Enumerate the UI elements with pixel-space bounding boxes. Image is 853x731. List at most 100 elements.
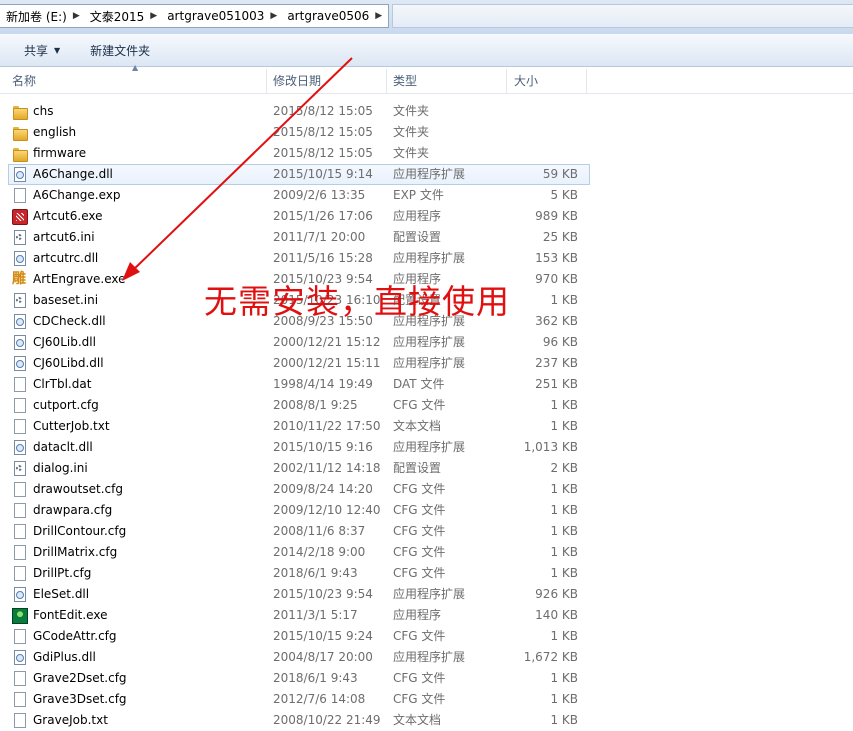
file-row[interactable]: Artcut6.exe 2015/1/26 17:06 应用程序 989 KB: [0, 206, 853, 227]
file-date: 2015/10/23 9:54: [273, 587, 373, 601]
file-icon: [12, 398, 28, 413]
file-date: 2015/10/15 9:24: [273, 629, 373, 643]
file-row[interactable]: firmware 2015/8/12 15:05 文件夹: [0, 143, 853, 164]
file-size: 1 KB: [550, 482, 578, 496]
file-row[interactable]: A6Change.exp 2009/2/6 13:35 EXP 文件 5 KB: [0, 185, 853, 206]
file-date: 2009/8/24 14:20: [273, 482, 373, 496]
breadcrumb-folder-artgrave051003[interactable]: artgrave051003: [161, 9, 266, 23]
file-row[interactable]: artcut6.ini 2011/7/1 20:00 配置设置 25 KB: [0, 227, 853, 248]
file-row[interactable]: drawoutset.cfg 2009/8/24 14:20 CFG 文件 1 KB: [0, 479, 853, 500]
file-size: 1 KB: [550, 545, 578, 559]
column-header-type[interactable]: 类型: [393, 67, 417, 93]
fontedit-icon: [12, 608, 28, 624]
file-type: CFG 文件: [393, 671, 446, 685]
file-name: drawoutset.cfg: [33, 482, 123, 496]
file-row[interactable]: GCodeAttr.cfg 2015/10/15 9:24 CFG 文件 1 KB: [0, 626, 853, 647]
breadcrumb-chevron-icon[interactable]: ▶: [69, 11, 84, 21]
column-divider[interactable]: [506, 69, 507, 93]
column-header-date[interactable]: 修改日期: [273, 67, 321, 93]
file-row[interactable]: CutterJob.txt 2010/11/22 17:50 文本文档 1 KB: [0, 416, 853, 437]
file-row[interactable]: drawpara.cfg 2009/12/10 12:40 CFG 文件 1 KB: [0, 500, 853, 521]
file-size: 1 KB: [550, 713, 578, 727]
file-size: 989 KB: [535, 209, 578, 223]
breadcrumb[interactable]: 新加卷 (E:) ▶ 文泰2015 ▶ artgrave051003 ▶ art…: [0, 4, 389, 28]
file-icon: [12, 377, 28, 392]
share-button[interactable]: 共享 ▼: [16, 39, 68, 62]
breadcrumb-chevron-icon[interactable]: ▶: [146, 11, 161, 21]
breadcrumb-drive[interactable]: 新加卷 (E:): [0, 8, 69, 25]
annotation-text: 无需安装，直接使用: [204, 282, 510, 321]
file-name: ArtEngrave.exe: [33, 272, 126, 286]
file-name: CJ60Lib.dll: [33, 335, 96, 349]
file-size: 1,013 KB: [523, 440, 578, 454]
file-icon: [12, 524, 28, 539]
dll-icon: [12, 440, 28, 455]
dll-icon: [12, 314, 28, 329]
file-date: 2011/3/1 5:17: [273, 608, 358, 622]
breadcrumb-chevron-icon[interactable]: ▶: [371, 11, 386, 21]
file-row[interactable]: ClrTbl.dat 1998/4/14 19:49 DAT 文件 251 KB: [0, 374, 853, 395]
column-divider[interactable]: [386, 69, 387, 93]
file-row[interactable]: chs 2015/8/12 15:05 文件夹: [0, 101, 853, 122]
file-row[interactable]: cutport.cfg 2008/8/1 9:25 CFG 文件 1 KB: [0, 395, 853, 416]
column-header-name[interactable]: 名称: [12, 67, 36, 93]
new-folder-button[interactable]: 新建文件夹: [82, 39, 158, 62]
file-name: ClrTbl.dat: [33, 377, 92, 391]
file-name: dataclt.dll: [33, 440, 93, 454]
file-date: 2015/10/15 9:14: [273, 167, 373, 181]
file-name: Grave2Dset.cfg: [33, 671, 127, 685]
file-icon: [12, 566, 28, 581]
file-size: 96 KB: [542, 335, 578, 349]
breadcrumb-folder-artgrave0506[interactable]: artgrave0506: [281, 9, 371, 23]
file-icon: [12, 692, 28, 707]
dll-icon: [12, 587, 28, 602]
file-row[interactable]: GraveJob.txt 2008/10/22 21:49 文本文档 1 KB: [0, 710, 853, 731]
breadcrumb-chevron-icon[interactable]: ▶: [266, 11, 281, 21]
file-icon: [12, 482, 28, 497]
file-name: Grave3Dset.cfg: [33, 692, 127, 706]
file-date: 2018/6/1 9:43: [273, 671, 358, 685]
file-date: 2004/8/17 20:00: [273, 650, 373, 664]
file-row[interactable]: DrillContour.cfg 2008/11/6 8:37 CFG 文件 1 KB: [0, 521, 853, 542]
file-row[interactable]: CJ60Lib.dll 2000/12/21 15:12 应用程序扩展 96 KB: [0, 332, 853, 353]
file-name: chs: [33, 104, 54, 118]
file-type: 配置设置: [393, 230, 442, 244]
file-row[interactable]: dialog.ini 2002/11/12 14:18 配置设置 2 KB: [0, 458, 853, 479]
file-name: FontEdit.exe: [33, 608, 108, 622]
file-date: 2009/12/10 12:40: [273, 503, 381, 517]
file-row[interactable]: Grave3Dset.cfg 2012/7/6 14:08 CFG 文件 1 KB: [0, 689, 853, 710]
file-name: DrillContour.cfg: [33, 524, 127, 538]
column-header-size[interactable]: 大小: [514, 67, 538, 93]
file-row[interactable]: DrillMatrix.cfg 2014/2/18 9:00 CFG 文件 1 KB: [0, 542, 853, 563]
file-date: 2011/5/16 15:28: [273, 251, 373, 265]
file-row[interactable]: CJ60Libd.dll 2000/12/21 15:11 应用程序扩展 237 KB: [0, 353, 853, 374]
file-type: 文件夹: [393, 125, 430, 139]
file-date: 2008/11/6 8:37: [273, 524, 366, 538]
file-size: 1 KB: [550, 524, 578, 538]
file-row[interactable]: FontEdit.exe 2011/3/1 5:17 应用程序 140 KB: [0, 605, 853, 626]
folder-icon: [12, 146, 28, 162]
address-bar-blurred-area: [392, 4, 853, 28]
file-row[interactable]: artcutrc.dll 2011/5/16 15:28 应用程序扩展 153 KB: [0, 248, 853, 269]
file-row[interactable]: dataclt.dll 2015/10/15 9:16 应用程序扩展 1,013 KB: [0, 437, 853, 458]
file-name: CutterJob.txt: [33, 419, 110, 433]
file-row[interactable]: GdiPlus.dll 2004/8/17 20:00 应用程序扩展 1,672 KB: [0, 647, 853, 668]
file-row[interactable]: A6Change.dll 2015/10/15 9:14 应用程序扩展 59 KB: [8, 164, 590, 185]
file-icon: [12, 713, 28, 728]
file-date: 2011/7/1 20:00: [273, 230, 366, 244]
file-name: DrillMatrix.cfg: [33, 545, 118, 559]
file-type: CFG 文件: [393, 692, 446, 706]
file-type: CFG 文件: [393, 566, 446, 580]
file-row[interactable]: DrillPt.cfg 2018/6/1 9:43 CFG 文件 1 KB: [0, 563, 853, 584]
column-divider[interactable]: [266, 69, 267, 93]
file-size: 1 KB: [550, 419, 578, 433]
file-row[interactable]: EleSet.dll 2015/10/23 9:54 应用程序扩展 926 KB: [0, 584, 853, 605]
file-date: 2000/12/21 15:11: [273, 356, 381, 370]
file-row[interactable]: english 2015/8/12 15:05 文件夹: [0, 122, 853, 143]
file-name: CDCheck.dll: [33, 314, 106, 328]
file-date: 2012/7/6 14:08: [273, 692, 366, 706]
file-row[interactable]: Grave2Dset.cfg 2018/6/1 9:43 CFG 文件 1 KB: [0, 668, 853, 689]
file-date: 2008/10/22 21:49: [273, 713, 381, 727]
breadcrumb-folder-wentai[interactable]: 文泰2015: [84, 8, 147, 25]
column-divider[interactable]: [586, 69, 587, 93]
